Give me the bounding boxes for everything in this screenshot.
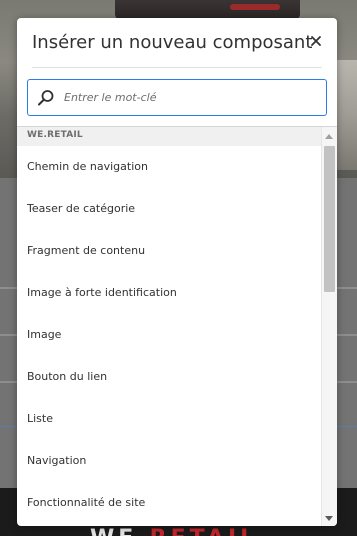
- car-image: [115, 0, 300, 20]
- list-item-label: Bouton du lien: [27, 370, 108, 383]
- scrollbar[interactable]: [321, 127, 337, 526]
- list-item[interactable]: Navigation: [17, 440, 321, 482]
- list-item[interactable]: Image: [17, 314, 321, 356]
- header-divider: [32, 67, 322, 68]
- scroll-thumb[interactable]: [324, 146, 335, 292]
- list-item[interactable]: Image à forte identification: [17, 272, 321, 314]
- component-items: Chemin de navigation Teaser de catégorie…: [17, 146, 321, 524]
- scroll-up-arrow-icon[interactable]: [325, 134, 333, 139]
- list-item[interactable]: Fragment de contenu: [17, 230, 321, 272]
- list-item[interactable]: Teaser de catégorie: [17, 188, 321, 230]
- dialog-header: Insérer un nouveau composant: [17, 18, 337, 66]
- list-item-label: Image: [27, 328, 62, 341]
- brand-logo: WE.RETAIL: [90, 526, 258, 536]
- list-item-label: Liste: [27, 412, 53, 425]
- brand-text-retail: RETAIL: [150, 526, 259, 536]
- list-item-label: Teaser de catégorie: [27, 202, 136, 215]
- close-icon: [311, 36, 321, 46]
- tail-light: [230, 4, 280, 10]
- list-item-label: Navigation: [27, 454, 87, 467]
- search-icon: [38, 90, 54, 106]
- group-header: WE.RETAIL: [17, 127, 321, 146]
- dialog-title: Insérer un nouveau composant: [32, 32, 313, 53]
- list-item-label: Chemin de navigation: [27, 160, 148, 173]
- list-item[interactable]: Chemin de navigation: [17, 146, 321, 188]
- insert-component-dialog: Insérer un nouveau composant WE.RETAIL C…: [17, 18, 337, 526]
- list-item[interactable]: Fonctionnalité de site: [17, 482, 321, 524]
- group-label: WE.RETAIL: [27, 130, 83, 140]
- component-list: WE.RETAIL Chemin de navigation Teaser de…: [17, 126, 337, 526]
- list-item[interactable]: Liste: [17, 398, 321, 440]
- list-item-label: Fonctionnalité de site: [27, 496, 146, 509]
- list-item[interactable]: Bouton du lien: [17, 356, 321, 398]
- close-button[interactable]: [307, 32, 325, 50]
- list-item-label: Image à forte identification: [27, 286, 177, 299]
- scroll-down-arrow-icon[interactable]: [325, 516, 333, 521]
- brand-text-we: WE.: [90, 526, 150, 536]
- search-field[interactable]: [27, 79, 327, 116]
- search-input[interactable]: [64, 80, 322, 115]
- list-item-label: Fragment de contenu: [27, 244, 146, 257]
